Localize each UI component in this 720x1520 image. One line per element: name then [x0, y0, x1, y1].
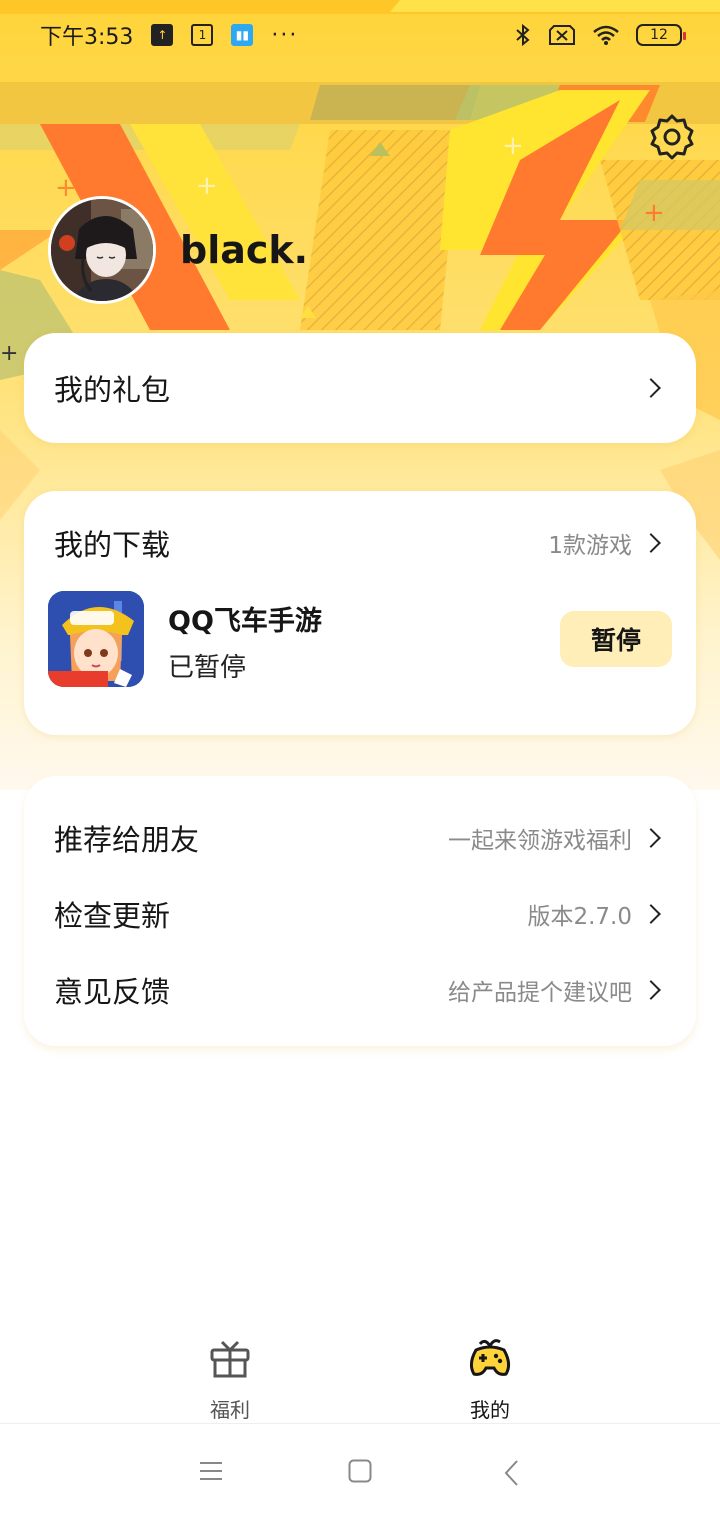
status-bar: 下午3:53 ↑ 1 ▮▮ ··· 12 [0, 0, 720, 70]
tab-label: 福利 [210, 1398, 250, 1422]
svg-text:+: + [55, 173, 77, 203]
settings-gear-icon[interactable] [648, 112, 696, 160]
download-status: 已暂停 [168, 653, 247, 683]
chevron-right-icon [641, 828, 661, 848]
svg-text:+: + [502, 131, 524, 161]
my-downloads-card: 我的下载 1款游戏 QQ飞车手游 已暂停 暂停 [24, 491, 696, 735]
chevron-right-icon [641, 904, 661, 924]
my-downloads-title: 我的下载 [54, 528, 171, 562]
more-notifications: ··· [271, 22, 299, 48]
feedback-row[interactable]: 意见反馈 给产品提个建议吧 [54, 952, 666, 1028]
my-downloads-header[interactable]: 我的下载 1款游戏 [54, 491, 666, 595]
chevron-right-icon [641, 378, 661, 398]
row-label: 检查更新 [54, 899, 171, 933]
tab-welfare[interactable]: 福利 [170, 1320, 290, 1424]
battery-icon: 12 [636, 24, 686, 46]
chevron-right-icon [641, 980, 661, 1000]
download-item[interactable]: QQ飞车手游 已暂停 暂停 [48, 591, 672, 687]
status-time: 下午3:53 [40, 25, 134, 50]
my-gifts-card[interactable]: 我的礼包 [24, 333, 696, 443]
recommend-to-friends-row[interactable]: 推荐给朋友 一起来领游戏福利 [54, 800, 666, 876]
username: black. [180, 228, 309, 272]
download-count: 1款游戏 [548, 533, 632, 559]
gamepad-icon [469, 1339, 511, 1376]
version-text: 版本2.7.0 [527, 904, 632, 930]
svg-text:+: + [0, 341, 18, 366]
chevron-right-icon [641, 533, 661, 553]
game-name: QQ飞车手游 [168, 606, 322, 637]
bottom-tab-bar: 福利 我的 [0, 1320, 720, 1424]
back-icon[interactable] [502, 1459, 522, 1487]
svg-text:+: + [643, 198, 665, 228]
row-subtitle: 一起来领游戏福利 [448, 828, 632, 854]
upload-icon: ↑ [151, 24, 174, 46]
sim-off-icon [549, 25, 575, 45]
bluetooth-icon [516, 23, 530, 47]
avatar[interactable] [48, 196, 156, 304]
row-label: 意见反馈 [54, 975, 171, 1009]
game-icon [48, 591, 144, 687]
wifi-icon [593, 25, 619, 45]
calendar-icon: 1 [191, 24, 214, 46]
app-icon: ▮▮ [231, 24, 254, 46]
my-gifts-title: 我的礼包 [54, 373, 171, 407]
home-icon[interactable] [348, 1459, 372, 1483]
svg-text:+: + [196, 171, 218, 201]
tab-mine[interactable]: 我的 [430, 1320, 550, 1424]
menu-icon[interactable] [199, 1459, 223, 1483]
tab-label: 我的 [470, 1398, 510, 1422]
settings-list: 推荐给朋友 一起来领游戏福利 检查更新 版本2.7.0 意见反馈 给产品提个建议… [24, 776, 696, 1046]
pause-button[interactable]: 暂停 [560, 611, 672, 667]
check-update-row[interactable]: 检查更新 版本2.7.0 [54, 876, 666, 952]
row-subtitle: 给产品提个建议吧 [448, 980, 632, 1006]
qq-speed-game-art [48, 591, 144, 687]
gift-icon [210, 1340, 250, 1378]
row-label: 推荐给朋友 [54, 823, 200, 857]
system-nav-bar [0, 1425, 720, 1520]
